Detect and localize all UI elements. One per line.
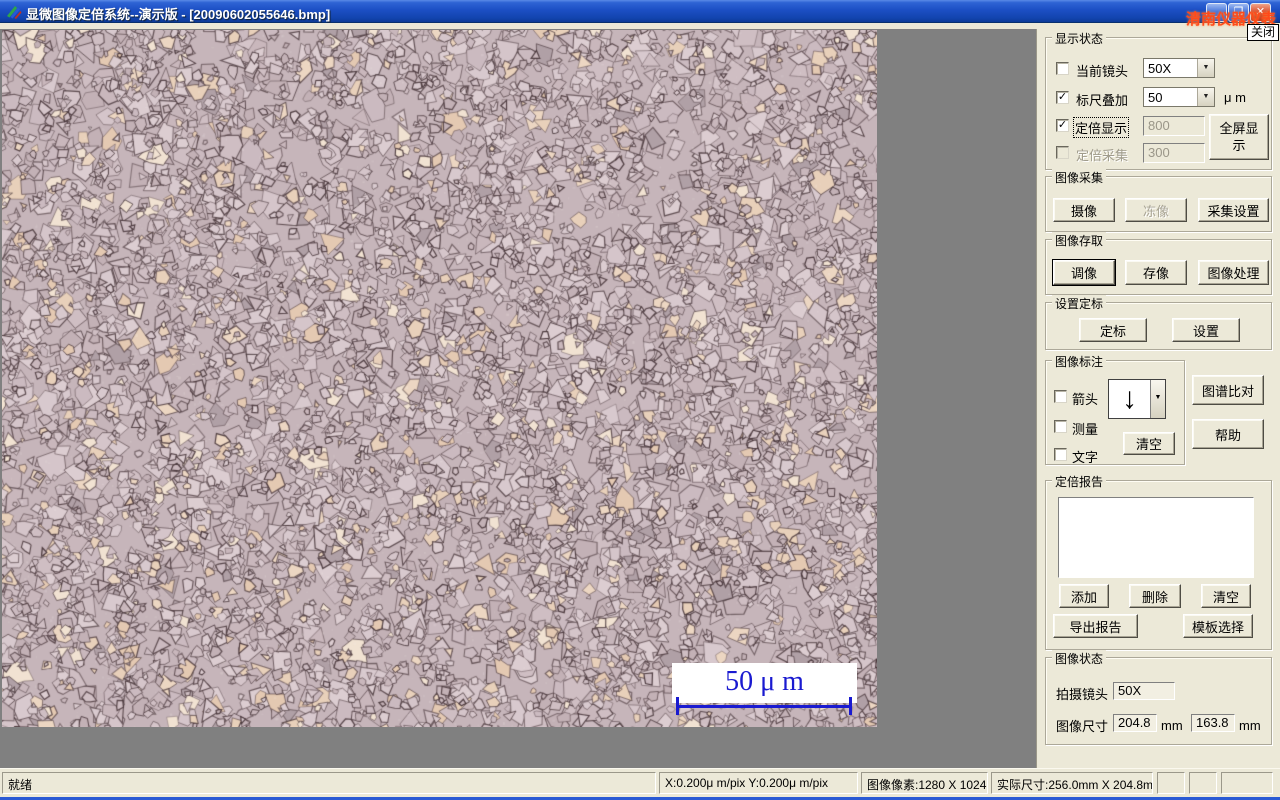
window-title: 显微图像定倍系统--演示版 - [20090602055646.bmp] xyxy=(26,4,330,23)
lens-used-label: 拍摄镜头 xyxy=(1056,684,1108,703)
display-status-title: 显示状态 xyxy=(1052,30,1106,47)
report-listbox[interactable] xyxy=(1058,497,1254,578)
status-pixel-scale: X:0.200μ m/pix Y:0.200μ m/pix xyxy=(659,772,858,794)
atlas-compare-button[interactable]: 图谱比对 xyxy=(1192,375,1264,405)
fixed-capture-checkbox[interactable] xyxy=(1056,146,1069,159)
image-capture-title: 图像采集 xyxy=(1052,169,1106,186)
image-storage-group: 图像存取 调像 存像 图像处理 xyxy=(1045,239,1272,295)
arrow-label: 箭头 xyxy=(1072,389,1098,408)
text-label: 文字 xyxy=(1072,447,1098,466)
image-storage-title: 图像存取 xyxy=(1052,232,1106,249)
ruler-overlay-label: 标尺叠加 xyxy=(1076,90,1128,109)
fixed-capture-value-field[interactable]: 300 xyxy=(1143,143,1205,163)
image-height-unit: mm xyxy=(1239,718,1261,733)
current-lens-label: 当前镜头 xyxy=(1076,61,1128,80)
fullscreen-button[interactable]: 全屏显示 xyxy=(1209,114,1269,160)
dropdown-arrow-icon[interactable]: ▼ xyxy=(1150,380,1165,418)
export-report-button[interactable]: 导出报告 xyxy=(1053,614,1138,638)
status-bar: 就绪 X:0.200μ m/pix Y:0.200μ m/pix 图像像素:12… xyxy=(0,768,1280,797)
image-width-value: 204.8 xyxy=(1113,714,1157,732)
calibration-title: 设置定标 xyxy=(1052,295,1106,312)
title-bar: 显微图像定倍系统--演示版 - [20090602055646.bmp] _ ❐… xyxy=(0,0,1280,23)
image-size-label: 图像尺寸 xyxy=(1056,716,1108,735)
fixed-display-checkbox[interactable]: ✓ xyxy=(1056,119,1069,132)
help-button[interactable]: 帮助 xyxy=(1192,419,1264,449)
report-delete-button[interactable]: 删除 xyxy=(1129,584,1181,608)
lens-used-value: 50X xyxy=(1113,682,1175,700)
lens-combobox-value: 50X xyxy=(1148,61,1171,76)
calibration-group: 设置定标 定标 设置 xyxy=(1045,302,1272,350)
lens-combobox[interactable]: 50X ▼ xyxy=(1143,58,1215,78)
micron-unit-label: μ m xyxy=(1224,90,1246,105)
image-process-button[interactable]: 图像处理 xyxy=(1198,260,1269,285)
scale-bar-tick-left xyxy=(676,697,679,715)
annotation-title: 图像标注 xyxy=(1052,353,1106,370)
text-checkbox[interactable] xyxy=(1054,448,1067,461)
image-status-title: 图像状态 xyxy=(1052,650,1106,667)
measure-checkbox[interactable] xyxy=(1054,420,1067,433)
shoot-button[interactable]: 摄像 xyxy=(1053,198,1115,222)
calibrate-button[interactable]: 定标 xyxy=(1079,318,1147,342)
settings-button[interactable]: 设置 xyxy=(1172,318,1240,342)
status-actual-size: 实际尺寸:256.0mm X 204.8mm xyxy=(991,772,1153,794)
save-image-button[interactable]: 存像 xyxy=(1125,260,1187,285)
report-add-button[interactable]: 添加 xyxy=(1059,584,1109,608)
down-arrow-icon: ↓ xyxy=(1109,380,1150,418)
status-spare-2 xyxy=(1189,772,1217,794)
application-window: 显微图像定倍系统--演示版 - [20090602055646.bmp] _ ❐… xyxy=(0,0,1280,800)
current-lens-checkbox[interactable] xyxy=(1056,62,1069,75)
dropdown-arrow-icon[interactable]: ▼ xyxy=(1197,59,1214,77)
status-spare-1 xyxy=(1157,772,1185,794)
image-height-value: 163.8 xyxy=(1191,714,1235,732)
dropdown-arrow-icon[interactable]: ▼ xyxy=(1197,88,1214,106)
status-image-pixels: 图像像素:1280 X 1024 xyxy=(861,772,988,794)
scale-bar-tick-right xyxy=(849,697,852,715)
fixed-display-value-field[interactable]: 800 xyxy=(1143,116,1205,136)
scale-bar-label: 50 μ m xyxy=(672,663,857,703)
image-width-unit: mm xyxy=(1161,718,1183,733)
clear-annotation-button[interactable]: 清空 xyxy=(1123,432,1175,455)
freeze-button[interactable]: 冻像 xyxy=(1125,198,1187,222)
close-tooltip: 关闭 xyxy=(1247,24,1279,41)
template-select-button[interactable]: 模板选择 xyxy=(1183,614,1253,638)
fixed-capture-label: 定倍采集 xyxy=(1076,145,1128,164)
image-status-group: 图像状态 拍摄镜头 50X 图像尺寸 204.8 mm 163.8 mm xyxy=(1045,657,1272,745)
image-capture-group: 图像采集 摄像 冻像 采集设置 xyxy=(1045,176,1272,232)
annotation-group: 图像标注 箭头 ↓ ▼ 测量 清空 文字 xyxy=(1045,360,1185,465)
micrograph-image xyxy=(2,30,877,727)
status-spare-3 xyxy=(1221,772,1273,794)
arrow-checkbox[interactable] xyxy=(1054,390,1067,403)
arrow-style-combobox[interactable]: ↓ ▼ xyxy=(1108,379,1166,419)
ruler-value-combobox[interactable]: 50 ▼ xyxy=(1143,87,1215,107)
capture-settings-button[interactable]: 采集设置 xyxy=(1198,198,1269,222)
ruler-overlay-checkbox[interactable]: ✓ xyxy=(1056,91,1069,104)
app-icon xyxy=(5,3,22,20)
fixed-display-label: 定倍显示 xyxy=(1074,118,1128,137)
report-group: 定倍报告 添加 删除 清空 导出报告 模板选择 xyxy=(1045,480,1272,650)
status-ready: 就绪 xyxy=(2,772,656,794)
load-image-button[interactable]: 调像 xyxy=(1053,260,1115,285)
measure-label: 测量 xyxy=(1072,419,1098,438)
display-status-group: 显示状态 当前镜头 50X ▼ ✓ 标尺叠加 50 ▼ μ m ✓ 定倍显示 8… xyxy=(1045,37,1272,170)
report-title: 定倍报告 xyxy=(1052,473,1106,490)
report-clear-button[interactable]: 清空 xyxy=(1201,584,1251,608)
ruler-combobox-value: 50 xyxy=(1148,90,1162,105)
scale-bar-line xyxy=(676,705,852,708)
